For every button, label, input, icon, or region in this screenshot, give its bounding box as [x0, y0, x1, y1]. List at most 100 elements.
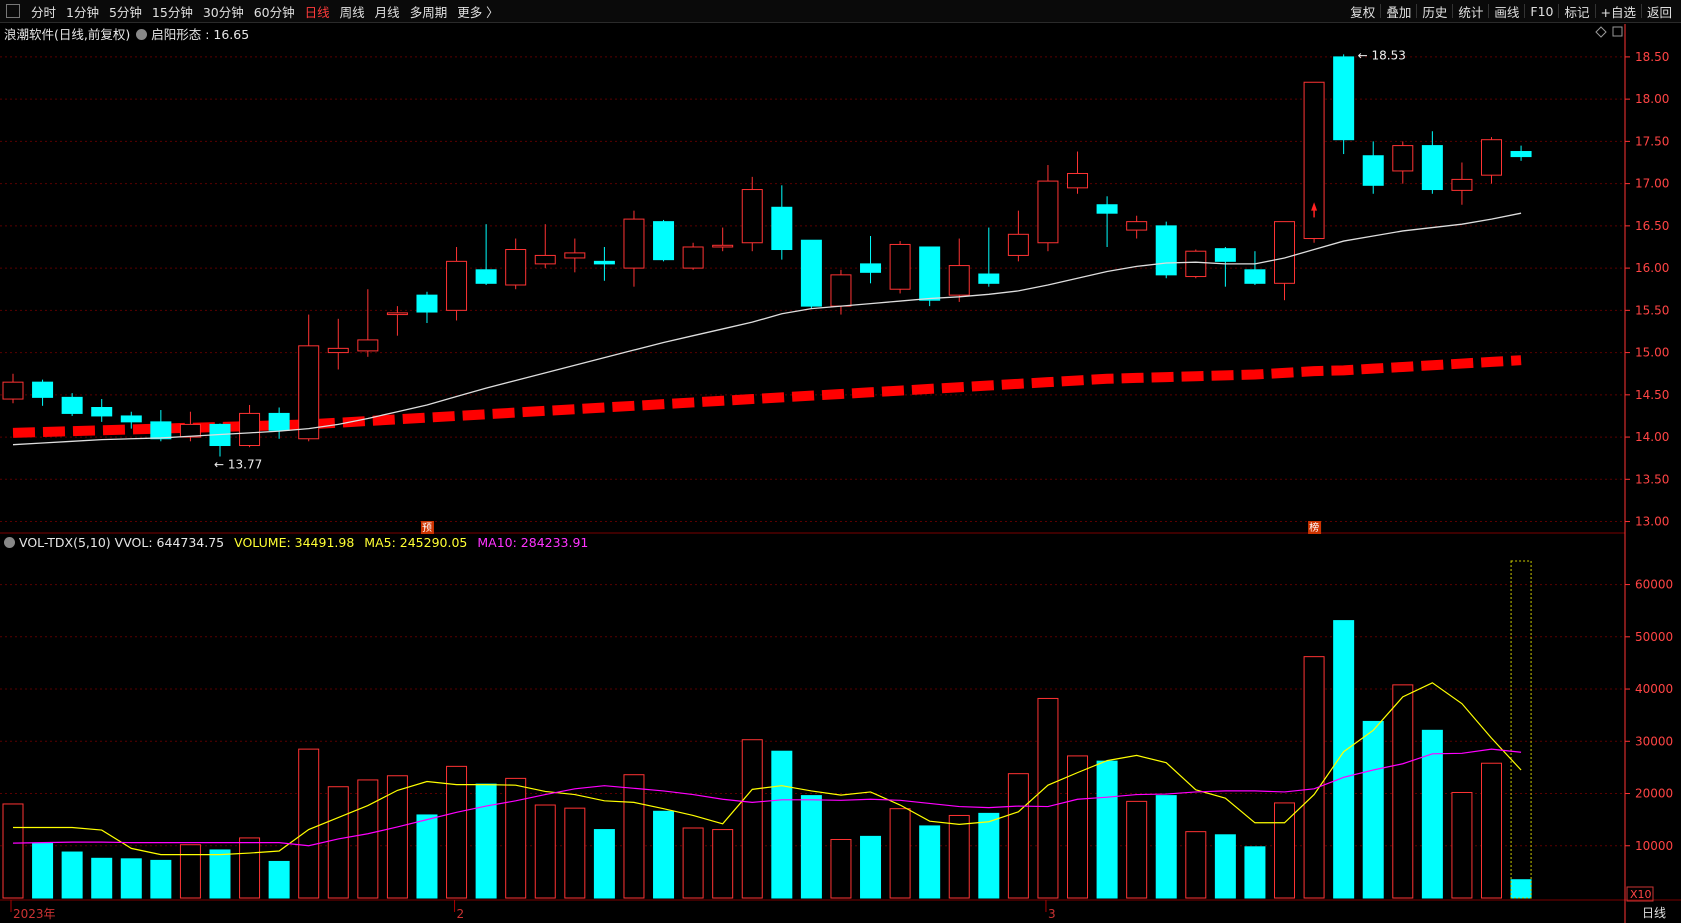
volume-bar — [623, 774, 645, 899]
volume-bar — [948, 814, 970, 899]
volume-bar — [1155, 795, 1177, 899]
volume-bar — [327, 786, 349, 899]
price-tick-label: 14.50 — [1635, 388, 1669, 402]
price-tick-label: 14.00 — [1635, 430, 1669, 444]
volume-bar — [120, 858, 142, 899]
volume-bar — [978, 812, 1000, 899]
volume-bar — [268, 860, 290, 899]
candle-body — [948, 265, 970, 296]
candle-body — [800, 239, 822, 307]
volume-bar — [298, 748, 320, 899]
candle-body — [1362, 155, 1384, 186]
volume-bar — [593, 829, 615, 899]
x-axis-label: 2 — [457, 907, 465, 921]
volume-bar — [1067, 755, 1089, 899]
volume-bar — [446, 765, 468, 899]
volume-bar — [179, 844, 201, 899]
volume-bar — [800, 795, 822, 899]
candle-body — [416, 294, 438, 313]
x-axis-label: 2023年 — [13, 907, 56, 921]
volume-bar — [91, 857, 113, 899]
volume-bar — [771, 750, 793, 899]
candle-body — [446, 260, 468, 311]
volume-bar — [1481, 762, 1502, 899]
stock-chart[interactable]: 13.00 13.50 14.00 14.50 15.00 15.50 16.00 16.50… — [0, 0, 1681, 923]
period-indicator-label: 日线 — [1642, 906, 1666, 920]
volume-bar — [416, 814, 438, 899]
candle-body — [978, 273, 1000, 284]
candle-body — [1067, 172, 1089, 189]
price-tick-label: 13.50 — [1635, 472, 1669, 486]
candle-body — [1214, 248, 1236, 262]
price-tick-label: 16.50 — [1635, 219, 1669, 233]
candle-body — [1421, 145, 1443, 191]
candle-body — [179, 423, 201, 438]
volume-bar — [1274, 802, 1296, 899]
candle-body — [120, 415, 142, 423]
candle-body — [741, 189, 763, 244]
candle-body — [860, 263, 882, 273]
maximize-icon[interactable] — [1612, 26, 1623, 37]
volume-bar — [534, 804, 556, 899]
event-marker-label: 榜 — [1309, 521, 1319, 534]
candle-body — [1451, 178, 1473, 191]
high-price-annotation: ← 18.53 — [1358, 48, 1406, 62]
candle-body — [268, 412, 290, 431]
candle-body — [61, 396, 83, 414]
candle-body — [1274, 221, 1296, 284]
candle-body — [1155, 225, 1177, 276]
volume-bar — [1214, 834, 1236, 899]
candle-body — [91, 407, 113, 417]
event-marker-label: 预 — [422, 522, 432, 534]
price-tick-label: 16.00 — [1635, 261, 1669, 275]
price-tick-label: 17.00 — [1635, 177, 1669, 191]
volume-bar — [1007, 773, 1029, 899]
candle-body — [771, 206, 793, 251]
candle-body — [150, 421, 172, 440]
price-tick-label: 13.00 — [1635, 515, 1669, 529]
price-tick-label: 15.50 — [1635, 303, 1669, 317]
candle-body — [505, 249, 527, 286]
candle-body — [682, 246, 704, 269]
price-tick-label: 18.00 — [1635, 92, 1669, 106]
volume-bar — [860, 835, 882, 899]
volume-bar — [239, 837, 261, 899]
volume-bar — [712, 829, 734, 899]
volume-bar — [564, 807, 586, 899]
low-price-annotation: ← 13.77 — [214, 458, 262, 472]
candle-body — [1481, 139, 1502, 176]
volume-bar — [209, 849, 231, 899]
candle-body — [1007, 233, 1029, 256]
volume-bar — [357, 779, 379, 899]
candle-body — [475, 269, 497, 284]
candle-body — [327, 347, 349, 354]
volume-bar — [32, 842, 54, 899]
candle-body — [1185, 250, 1207, 278]
volume-bar — [475, 783, 497, 899]
diamond-icon[interactable] — [1595, 26, 1607, 38]
volume-tick-label: 10000 — [1635, 839, 1673, 853]
x-axis-label: 3 — [1048, 907, 1056, 921]
volume-bar — [1451, 791, 1473, 899]
volume-bar — [150, 859, 172, 899]
price-tick-label: 17.50 — [1635, 134, 1669, 148]
candle-body — [1510, 151, 1532, 158]
volume-bar — [653, 810, 675, 899]
volume-bar — [1333, 620, 1355, 899]
price-tick-label: 18.50 — [1635, 50, 1669, 64]
volume-bar — [1096, 760, 1118, 899]
candle-body — [32, 381, 54, 398]
candle-body — [2, 381, 24, 400]
projected-volume-box — [1510, 560, 1532, 899]
candle-body — [593, 260, 615, 265]
volume-unit-label: X10 — [1630, 888, 1652, 901]
volume-bar — [1303, 656, 1325, 899]
volume-tick-label: 40000 — [1635, 682, 1673, 696]
volume-bar — [1510, 879, 1532, 899]
candle-body — [623, 218, 645, 269]
volume-bar — [919, 825, 941, 899]
candle-body — [1126, 221, 1148, 231]
volume-tick-label: 30000 — [1635, 734, 1673, 748]
candle-body — [298, 345, 320, 440]
price-tick-label: 15.00 — [1635, 346, 1669, 360]
